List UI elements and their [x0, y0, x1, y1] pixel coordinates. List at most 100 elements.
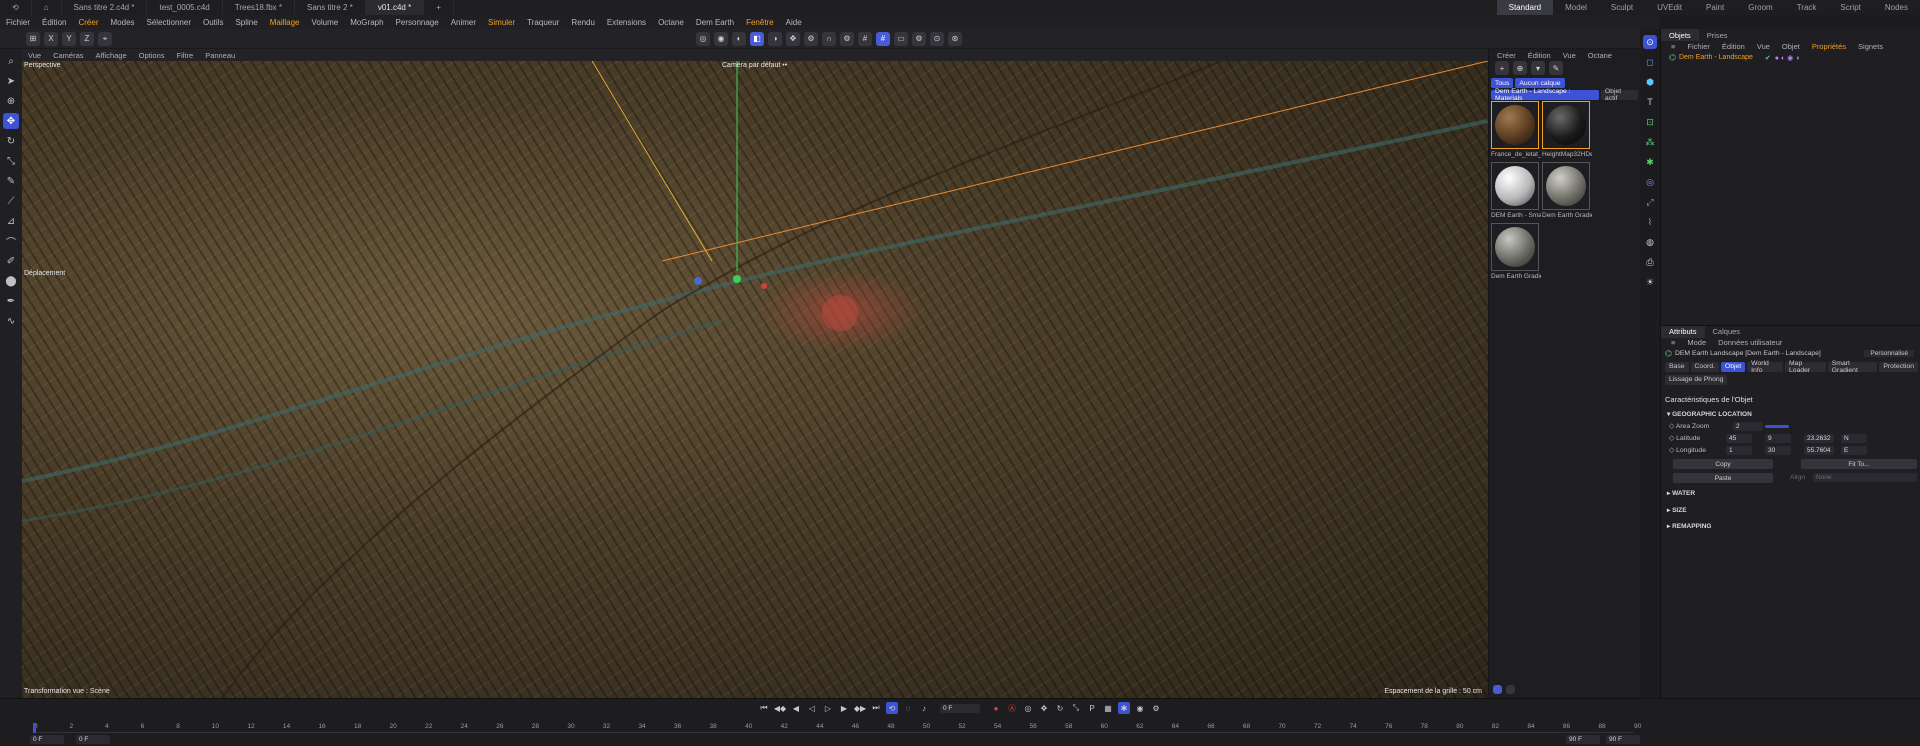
end-frame-field[interactable]: 90 F [1606, 735, 1640, 744]
obj-menu-objet[interactable]: Objet [1776, 42, 1806, 51]
mat-menu-creer[interactable]: Créer [1491, 51, 1522, 60]
layout-toggle-icon[interactable]: ⊙ [1643, 35, 1657, 49]
environment-icon[interactable]: ◍ [1643, 235, 1657, 249]
camera-label[interactable]: Caméra par défaut •• [722, 62, 787, 69]
rotate-tool-icon[interactable]: ↻ [3, 133, 19, 149]
obj-menu-proprietes[interactable]: Propriétés [1806, 42, 1852, 51]
chip-base[interactable]: Base [1665, 361, 1689, 372]
layout-track[interactable]: Track [1785, 0, 1829, 15]
layout-nodes[interactable]: Nodes [1873, 0, 1920, 15]
chip-objet[interactable]: Objet [1720, 361, 1746, 372]
list-view-icon[interactable] [1506, 685, 1515, 694]
layout-groom[interactable]: Groom [1736, 0, 1784, 15]
longitude-sec-field[interactable]: 55.7604 [1804, 446, 1834, 455]
start-frame-field[interactable]: 0 F [30, 735, 64, 744]
material-filter-icon[interactable]: ▾ [1531, 61, 1545, 75]
menu-animer[interactable]: Animer [445, 15, 482, 29]
attr-hamburger-icon[interactable]: ≡ [1665, 338, 1681, 347]
live-select-icon[interactable]: ⊕ [3, 93, 19, 109]
move-tool-icon[interactable]: ✥ [3, 113, 19, 129]
material-thumb[interactable] [1542, 101, 1590, 149]
chip-phong[interactable]: Lissage de Phong [1665, 374, 1728, 385]
timeline-ruler[interactable]: 0246810121416182022242628303234363840424… [34, 699, 1641, 730]
link-icon[interactable]: ⊙ [930, 31, 944, 46]
menu-aide[interactable]: Aide [780, 15, 808, 29]
water-header[interactable]: ▸ WATER [1667, 489, 1695, 497]
fit-to-button[interactable]: Fit To... [1801, 459, 1917, 469]
mograph-icon[interactable]: ⁂ [1643, 135, 1657, 149]
menu-simuler[interactable]: Simuler [482, 15, 521, 29]
material-thumb[interactable] [1491, 162, 1539, 210]
latitude-dir-dropdown[interactable]: N [1841, 434, 1867, 443]
viewport-menu-affichage[interactable]: Affichage [90, 51, 133, 60]
tab-doc-5[interactable]: v01.c4d * [365, 0, 425, 15]
knife-icon[interactable]: ⟋ [3, 193, 19, 209]
gear-icon[interactable]: ⚙ [912, 31, 926, 46]
light-icon[interactable]: ☀ [1643, 275, 1657, 289]
tab-objets[interactable]: Objets [1661, 29, 1699, 41]
layout-paint[interactable]: Paint [1694, 0, 1736, 15]
spline-icon[interactable]: ∿ [3, 313, 19, 329]
object-row[interactable]: ⌬ Dem Earth - Landscape ✔ ● ◐ ◉ ◑ [1661, 52, 1920, 63]
mat-menu-vue[interactable]: Vue [1557, 51, 1582, 60]
paste-button[interactable]: Paste [1673, 473, 1773, 483]
workplane-icon[interactable]: ⚙ [804, 31, 818, 46]
mat-menu-edition[interactable]: Édition [1522, 51, 1557, 60]
area-zoom-field[interactable]: 2 [1733, 422, 1763, 431]
filter-layer[interactable]: Dem Earth - Landscape : Materials [1491, 88, 1599, 102]
pen-icon[interactable]: ✒ [3, 293, 19, 309]
brush-icon[interactable]: ✐ [3, 253, 19, 269]
snap-grid-icon[interactable]: # [876, 31, 890, 46]
area-zoom-slider[interactable] [1765, 425, 1789, 428]
menu-creer[interactable]: Créer [72, 15, 104, 29]
hamburger-icon[interactable]: ≡ [1665, 42, 1681, 51]
tab-doc-1[interactable]: Sans titre 2.c4d * [62, 0, 148, 15]
generator-icon[interactable]: ⊡ [1643, 115, 1657, 129]
tab-doc-4[interactable]: Sans titre 2 * [295, 0, 366, 15]
menu-fichier[interactable]: Fichier [0, 15, 36, 29]
preview-start-field[interactable]: 0 F [76, 735, 110, 744]
render-view-icon[interactable]: ◎ [696, 31, 710, 46]
align-dropdown[interactable]: None [1813, 473, 1917, 482]
filter-objet-actif[interactable]: Objet actif [1600, 88, 1638, 102]
sphere-icon[interactable]: ⊛ [948, 31, 962, 46]
chip-map-loader[interactable]: Map Loader [1785, 360, 1826, 374]
menu-selectionner[interactable]: Sélectionner [141, 15, 197, 29]
menu-outils[interactable]: Outils [197, 15, 229, 29]
menu-extensions[interactable]: Extensions [601, 15, 652, 29]
snap-icon[interactable]: ✥ [786, 31, 800, 46]
layout-uvedit[interactable]: UVEdit [1645, 0, 1694, 15]
menu-dem-earth[interactable]: Dem Earth [690, 15, 740, 29]
latitude-deg-field[interactable]: 45 [1726, 434, 1752, 443]
attr-mode-menu[interactable]: Mode [1681, 338, 1712, 347]
viewport-menu-panneau[interactable]: Panneau [199, 51, 241, 60]
latitude-sec-field[interactable]: 23.2632 [1804, 434, 1834, 443]
menu-personnage[interactable]: Personnage [390, 15, 445, 29]
layout-script[interactable]: Script [1828, 0, 1872, 15]
coordinate-system-icon[interactable]: ⌖ [98, 31, 112, 46]
remapping-header[interactable]: ▸ REMAPPING [1667, 522, 1711, 530]
cube-icon[interactable]: ◻ [1643, 55, 1657, 69]
longitude-min-field[interactable]: 30 [1765, 446, 1791, 455]
settings-icon[interactable]: ⚙ [840, 31, 854, 46]
material-thumb[interactable] [1491, 223, 1539, 271]
extrude-icon[interactable]: ⊿ [3, 213, 19, 229]
paint-icon[interactable]: ⬤ [3, 273, 19, 289]
menu-volume[interactable]: Volume [306, 15, 345, 29]
layout-standard[interactable]: Standard [1496, 0, 1554, 15]
tab-attributs[interactable]: Attributs [1661, 325, 1705, 338]
chip-coord[interactable]: Coord. [1690, 361, 1719, 372]
obj-menu-fichier[interactable]: Fichier [1681, 42, 1716, 51]
tab-calques[interactable]: Calques [1705, 326, 1749, 338]
longitude-deg-field[interactable]: 1 [1726, 446, 1752, 455]
viewport-menu-vue[interactable]: Vue [22, 51, 47, 60]
field-icon[interactable]: ◎ [1643, 175, 1657, 189]
tab-doc-3[interactable]: Trees18.fbx * [223, 0, 296, 15]
menu-edition[interactable]: Édition [36, 15, 72, 29]
bridge-icon[interactable]: ⌒ [3, 233, 19, 249]
filter-aucun-calque[interactable]: Aucun calque [1515, 78, 1565, 88]
add-material-icon[interactable]: + [1495, 61, 1509, 75]
layout-sculpt[interactable]: Sculpt [1599, 0, 1645, 15]
menu-spline[interactable]: Spline [229, 15, 263, 29]
geo-location-header[interactable]: ▾ GEOGRAPHIC LOCATION [1667, 410, 1752, 418]
